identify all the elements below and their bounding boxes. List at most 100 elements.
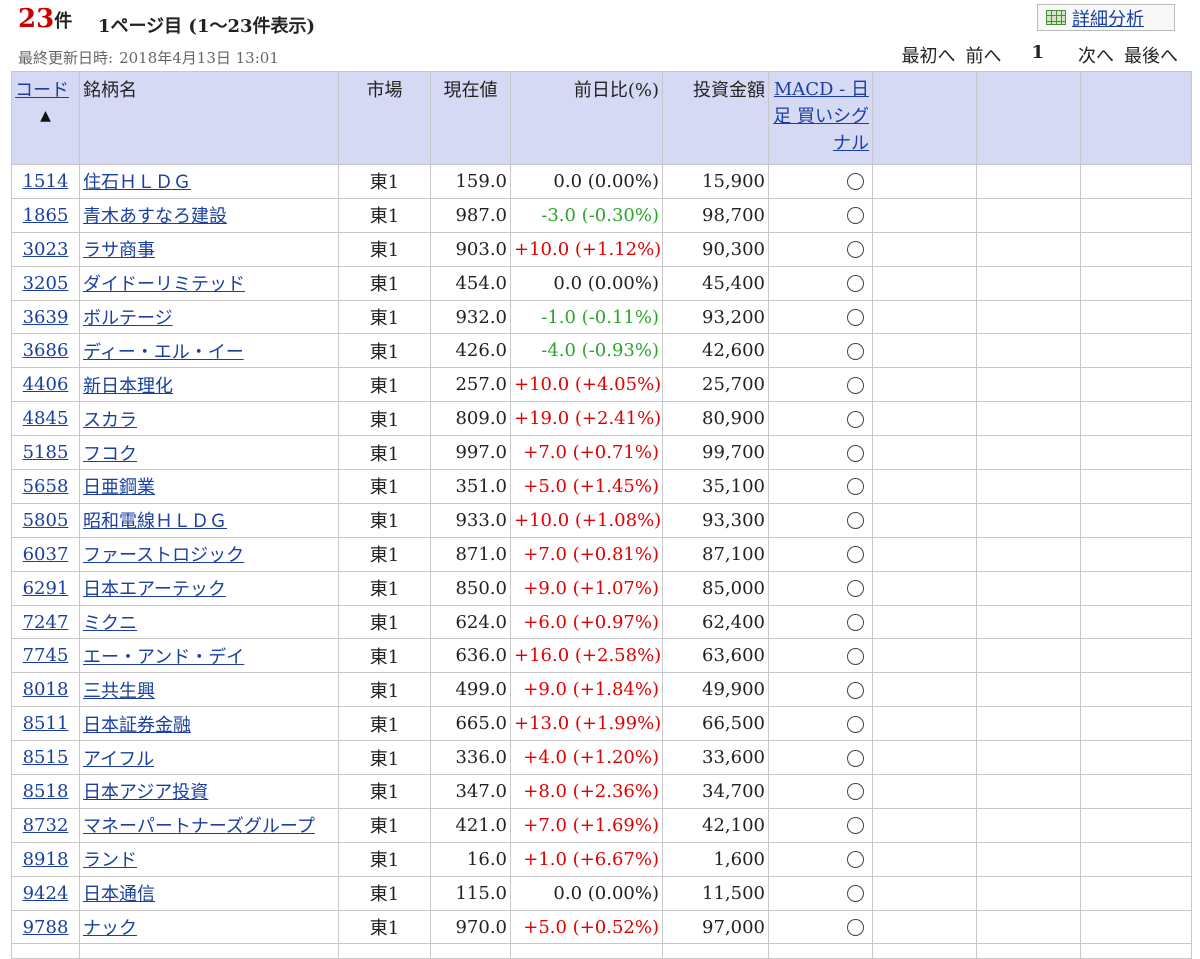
buy-signal-circle-icon — [847, 885, 864, 903]
stock-code-link[interactable]: 1865 — [23, 205, 69, 226]
macd-signal-cell — [768, 299, 873, 335]
stock-name-link[interactable]: ボルテージ — [83, 308, 173, 329]
stock-name-link[interactable]: フコク — [83, 444, 137, 465]
stock-code-link[interactable]: 8732 — [23, 815, 69, 836]
stock-name-link[interactable]: スカラ — [83, 410, 137, 431]
stock-code-link[interactable]: 8018 — [23, 679, 69, 700]
stock-code-link[interactable]: 3023 — [23, 239, 69, 260]
stock-name-link[interactable]: ランド — [83, 850, 137, 871]
stock-code-link[interactable]: 7247 — [23, 612, 69, 633]
stock-code-link[interactable]: 7745 — [23, 645, 69, 666]
macd-signal-link[interactable]: MACD - 日足 買いシグナル — [773, 79, 869, 154]
macd-signal-cell — [768, 435, 873, 471]
amount-cell: 66,500 — [662, 706, 769, 742]
stock-code-cell: 8511 — [11, 706, 80, 742]
buy-signal-circle-icon — [847, 851, 864, 869]
amount-cell: 93,200 — [662, 299, 769, 335]
macd-signal-cell — [768, 265, 873, 301]
change-cell: +4.0 (+1.20%) — [510, 740, 663, 776]
stock-name-link[interactable]: ミクニ — [83, 613, 137, 634]
detail-analysis-button[interactable]: 詳細分析 — [1037, 4, 1175, 31]
stock-code-cell: 6291 — [11, 570, 80, 606]
stock-code-link[interactable]: 3639 — [23, 307, 69, 328]
table-row: 7247 ミクニ 東1 624.0 +6.0 (+0.97%) 62,400 — [11, 604, 1192, 640]
stock-code-link[interactable]: 9788 — [23, 917, 69, 938]
empty-cell — [872, 774, 977, 809]
stock-name-link[interactable]: ファーストロジック — [83, 545, 244, 566]
empty-cell — [1080, 536, 1192, 572]
amount-cell: 63,600 — [662, 638, 769, 674]
stock-code-cell: 5805 — [11, 502, 80, 538]
macd-signal-cell — [768, 638, 873, 674]
stock-code-link[interactable]: 6291 — [23, 578, 69, 599]
market-cell: 東1 — [338, 299, 431, 335]
col-header-code[interactable]: コード ▲ — [11, 71, 80, 165]
stock-name-link[interactable]: 住石ＨＬＤＧ — [83, 172, 191, 193]
buy-signal-circle-icon — [847, 580, 864, 598]
empty-cell — [872, 672, 977, 708]
stock-code-link[interactable]: 5805 — [23, 510, 69, 531]
empty-cell — [1080, 740, 1192, 776]
stock-name-link[interactable]: ディー・エル・イー — [83, 342, 244, 363]
stock-name-link[interactable]: ラサ商事 — [83, 240, 155, 261]
stock-name-link[interactable]: 三共生興 — [83, 681, 155, 702]
pager-next[interactable]: 次へ — [1078, 42, 1114, 68]
change-cell: +10.0 (+1.12%) — [510, 231, 663, 267]
pager-last[interactable]: 最後へ — [1124, 42, 1178, 68]
stock-name-link[interactable]: アイフル — [83, 749, 154, 770]
table-row: 8511 日本証券金融 東1 665.0 +13.0 (+1.99%) 66,500 — [11, 706, 1192, 742]
stock-code-link[interactable]: 8518 — [23, 781, 69, 802]
change-cell: +9.0 (+1.84%) — [510, 672, 663, 708]
pager-first[interactable]: 最初へ — [901, 42, 955, 68]
stock-name-link[interactable]: 青木あすなろ建設 — [83, 206, 227, 227]
empty-cell — [1080, 943, 1192, 959]
empty-cell — [976, 807, 1081, 843]
empty-cell — [872, 435, 977, 471]
stock-code-link[interactable]: 9424 — [23, 883, 69, 904]
empty-cell — [976, 604, 1081, 640]
price-cell: 454.0 — [430, 265, 511, 301]
stock-code-link[interactable]: 6037 — [23, 544, 69, 565]
stock-name-link[interactable]: 日本エアーテック — [83, 579, 226, 600]
market-cell: 東1 — [338, 774, 431, 809]
sort-code-link[interactable]: コード — [15, 80, 69, 101]
price-cell: 932.0 — [430, 299, 511, 335]
stock-name-link[interactable]: 新日本理化 — [83, 376, 173, 397]
stock-name-cell: 新日本理化 — [79, 367, 339, 403]
stock-code-link[interactable]: 3686 — [23, 340, 69, 361]
stock-name-link[interactable]: マネーパートナーズグループ — [83, 816, 315, 837]
stock-name-link[interactable]: 日亜鋼業 — [83, 477, 155, 498]
empty-cell — [976, 502, 1081, 538]
stock-name-link[interactable]: エー・アンド・デイ — [83, 647, 244, 668]
macd-signal-cell — [768, 570, 873, 606]
stock-code-cell: 3023 — [11, 231, 80, 267]
pager-current: 1 — [1031, 42, 1044, 63]
stock-name-link[interactable]: 日本証券金融 — [83, 715, 191, 736]
pager-prev[interactable]: 前へ — [965, 42, 1001, 68]
stock-code-link[interactable]: 4845 — [23, 408, 69, 429]
table-row: 9788 ナック 東1 970.0 +5.0 (+0.52%) 97,000 — [11, 909, 1192, 945]
change-cell: -1.0 (-0.11%) — [510, 299, 663, 335]
stock-code-link[interactable]: 4406 — [23, 374, 69, 395]
stock-code-cell: 8515 — [11, 740, 80, 776]
stock-name-link[interactable]: ナック — [83, 918, 137, 939]
stock-name-link[interactable]: 日本通信 — [83, 884, 155, 905]
price-cell: 624.0 — [430, 604, 511, 640]
stock-code-link[interactable]: 5658 — [23, 476, 69, 497]
stock-code-link[interactable]: 8515 — [23, 747, 69, 768]
empty-cell — [1080, 401, 1192, 437]
stock-code-cell: 7745 — [11, 638, 80, 674]
stock-name-link[interactable]: 日本アジア投資 — [83, 782, 208, 803]
stock-code-link[interactable]: 8511 — [23, 713, 69, 734]
stock-code-link[interactable]: 3205 — [23, 273, 69, 294]
stock-code-link[interactable]: 1514 — [23, 171, 69, 192]
stock-code-cell: 4845 — [11, 401, 80, 437]
col-header-macd[interactable]: MACD - 日足 買いシグナル — [768, 71, 873, 165]
stock-name-link[interactable]: ダイドーリミテッド — [83, 274, 245, 295]
stock-name-link[interactable]: 昭和電線ＨＬＤＧ — [83, 511, 227, 532]
empty-cell — [1080, 909, 1192, 945]
empty-cell — [430, 943, 511, 959]
stock-code-link[interactable]: 8918 — [23, 849, 69, 870]
stock-code-link[interactable]: 5185 — [23, 442, 69, 463]
detail-analysis-link[interactable]: 詳細分析 — [1072, 5, 1144, 31]
